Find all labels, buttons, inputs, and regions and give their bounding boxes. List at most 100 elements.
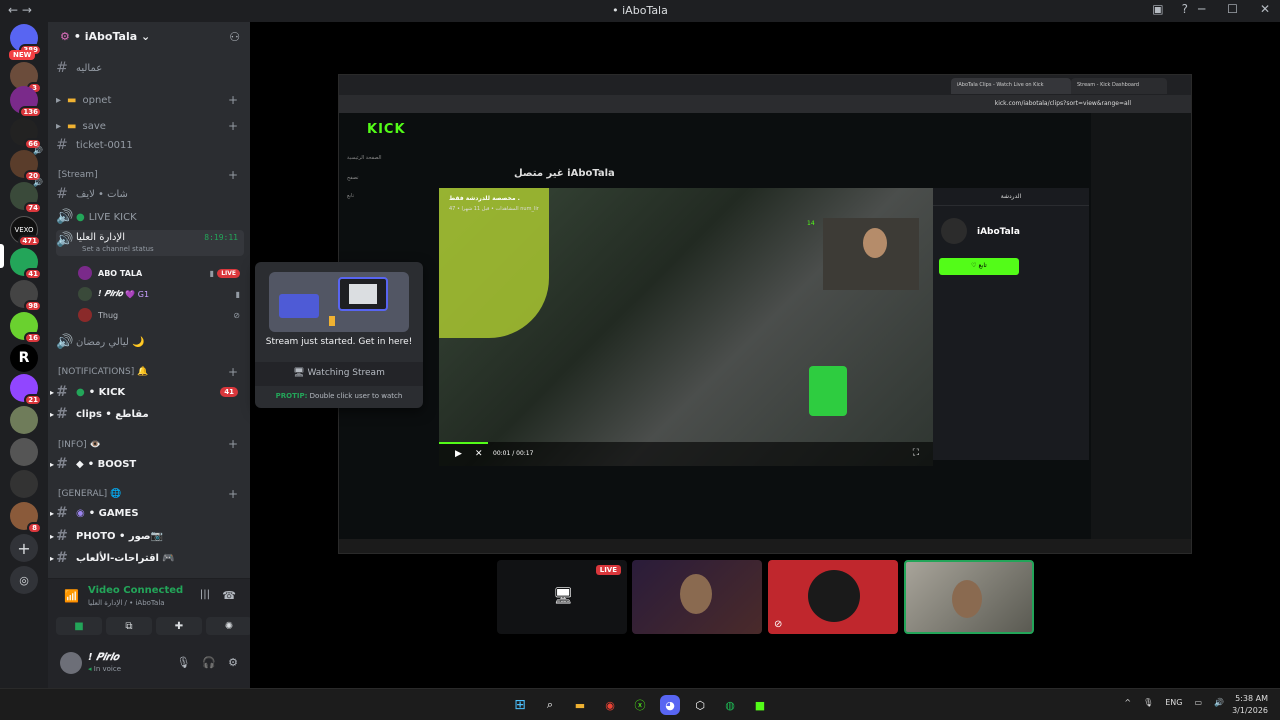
muted-icon: ⊘ <box>233 310 240 320</box>
hash-icon: # <box>56 384 68 400</box>
channel-item[interactable]: # شات • لايف <box>56 184 244 204</box>
voice-user[interactable]: Thug ⊘ <box>78 306 244 324</box>
language-indicator[interactable]: ENG <box>1165 698 1182 707</box>
file-explorer-icon[interactable]: ▬ <box>570 695 590 715</box>
explore-icon[interactable]: ◎ <box>10 566 38 594</box>
video-tile[interactable] <box>632 560 762 634</box>
guild-icon: ⚙ <box>60 30 70 43</box>
microphone-icon[interactable]: 🎙 <box>176 656 190 669</box>
watch-stream-button[interactable]: 🖥 Watching Stream <box>255 362 423 386</box>
channel-status-input[interactable]: Set a channel status <box>82 245 154 253</box>
volume-icon[interactable]: 🔊 <box>1214 698 1224 707</box>
fullscreen-icon: ⛶ <box>912 448 919 458</box>
server-icon[interactable] <box>10 438 38 466</box>
server-icon[interactable]: 21 <box>10 374 42 406</box>
discord-icon[interactable]: ◕ <box>660 695 680 715</box>
spotify-icon[interactable]: ◍ <box>720 695 740 715</box>
caret-icon: ▸ <box>50 387 55 397</box>
channel-item[interactable]: # ticket-0011 <box>56 135 244 155</box>
server-icon[interactable]: R <box>10 344 38 372</box>
help-icon[interactable]: ? <box>1182 2 1188 16</box>
avatar[interactable] <box>60 652 82 674</box>
clock[interactable]: 5:38 AM 3/1/2026 <box>1232 693 1268 717</box>
hash-icon: # <box>56 60 68 76</box>
muted-icon: ⊘ <box>774 619 783 630</box>
hash-icon: # <box>56 528 68 544</box>
voice-user[interactable]: ABO TALA ▮ LIVE <box>78 264 244 282</box>
follow-button: ♡ تابع <box>939 258 1019 275</box>
chevron-up-icon[interactable]: ^ <box>1124 698 1131 707</box>
folder-item[interactable]: ▸ ▬ opnet + <box>56 90 244 110</box>
video-tile-speaking[interactable] <box>904 560 1034 634</box>
add-channel-icon[interactable]: + <box>228 168 238 182</box>
server-icon[interactable] <box>10 406 38 434</box>
video-player: 14 مخصصة للدردشة فقط . المشاهدات • قبل 1… <box>439 188 933 466</box>
server-icon[interactable]: 8 <box>10 502 42 534</box>
channel-item[interactable]: ▸ # ◆ • BOOST <box>50 454 244 474</box>
kick-icon[interactable]: ■ <box>750 695 770 715</box>
channel-item[interactable]: ▸ # clips • مقاطع <box>50 404 244 424</box>
avatar-tile[interactable]: ⊘ <box>768 560 898 634</box>
screen-share-button[interactable]: ⧉ <box>106 617 152 635</box>
channel-name: iAboTala <box>977 227 1020 237</box>
user-name: ! 𝑷𝒊𝒓𝒍𝒐 <box>88 652 119 663</box>
channel-item[interactable]: # عماليه <box>56 58 244 78</box>
voice-status[interactable]: Video Connected <box>88 585 183 596</box>
network-icon[interactable]: ▭ <box>1194 698 1202 707</box>
channel-item[interactable]: ▸ # اقتراحات-الألعاب 🎮 <box>50 548 244 568</box>
server-icon[interactable] <box>10 470 38 498</box>
server-icon[interactable]: 16 <box>10 312 42 344</box>
home-button[interactable]: 389 <box>10 24 42 56</box>
disconnect-icon[interactable]: ☎ <box>222 589 236 602</box>
guild-header[interactable]: ⚙ • iAboTala ⌄ ⚇ <box>48 22 250 52</box>
caret-icon: ▸ <box>56 120 62 132</box>
folder-icon: ▬ <box>67 94 77 106</box>
add-channel-icon[interactable]: + <box>228 93 238 107</box>
add-channel-icon[interactable]: + <box>228 487 238 501</box>
voice-channel-item[interactable]: 🔊 ليالي رمضان 🌙 <box>56 332 244 352</box>
folder-item[interactable]: ▸ ▬ save + <box>56 116 244 136</box>
settings-icon[interactable]: ⚙ <box>228 656 238 669</box>
camera-button[interactable]: ■ <box>56 617 102 635</box>
shared-screen[interactable]: iAboTala Clips - Watch Live on Kick Stre… <box>338 74 1192 554</box>
server-icon[interactable]: 🔊 20 <box>10 146 43 182</box>
invite-icon[interactable]: ⚇ <box>229 30 240 44</box>
avatar <box>78 308 92 322</box>
voice-channel-item[interactable]: 🔊 ● LIVE KICK <box>56 207 244 227</box>
caret-icon: ▸ <box>50 459 55 469</box>
voice-user[interactable]: ! 𝑷𝒊𝒓𝒍𝒐 💜 G1 ▮ <box>78 285 244 303</box>
inbox-icon[interactable]: ▣ <box>1152 2 1163 16</box>
server-icon[interactable]: 136 <box>10 86 42 118</box>
stream-tile-screen[interactable]: LIVE 🖥 <box>497 560 627 634</box>
channel-item[interactable]: ▸ # ◉ • GAMES <box>50 503 244 523</box>
channel-item[interactable]: ▸ # ● • KICK 41 <box>50 382 244 402</box>
time-display: 00:01 / 00:17 <box>493 450 534 457</box>
search-icon[interactable]: ⌕ <box>540 695 560 715</box>
headphones-icon[interactable]: 🎧 <box>202 656 216 669</box>
xbox-icon[interactable]: ⓧ <box>630 695 650 715</box>
server-icon[interactable]: 🔊 74 <box>10 178 43 214</box>
server-icon[interactable]: 66 <box>10 118 42 150</box>
add-server-icon[interactable]: + <box>10 534 38 562</box>
add-channel-icon[interactable]: + <box>228 437 238 451</box>
voice-location[interactable]: الإدارة العليا / • iAboTala <box>88 599 165 607</box>
noise-suppression-icon[interactable]: ||| <box>200 589 210 600</box>
soundboard-button[interactable]: ✺ <box>206 617 252 635</box>
activities-button[interactable]: ✚ <box>156 617 202 635</box>
server-icon[interactable]: 98 <box>10 280 42 312</box>
add-channel-icon[interactable]: + <box>228 365 238 379</box>
server-icon[interactable]: 41 <box>10 248 42 280</box>
chrome-icon[interactable]: ◉ <box>600 695 620 715</box>
close-button[interactable]: ✕ <box>1260 2 1270 16</box>
speaker-icon: 🔊 <box>33 178 43 187</box>
app-icon[interactable]: ⬡ <box>690 695 710 715</box>
start-icon[interactable]: ⊞ <box>510 695 530 715</box>
active-voice-channel[interactable]: 🔊 الإدارة العليا 8:19:11 Set a channel st… <box>56 230 244 256</box>
microphone-icon[interactable]: 🎙 <box>1143 698 1153 707</box>
channel-item[interactable]: ▸ # PHOTO • صور📷 <box>50 526 244 546</box>
server-icon[interactable]: VEXO 471 <box>10 216 41 247</box>
caret-icon: ▸ <box>50 553 55 563</box>
add-channel-icon[interactable]: + <box>228 119 238 133</box>
minimize-button[interactable]: ─ <box>1198 2 1205 16</box>
maximize-button[interactable]: ☐ <box>1227 2 1238 16</box>
